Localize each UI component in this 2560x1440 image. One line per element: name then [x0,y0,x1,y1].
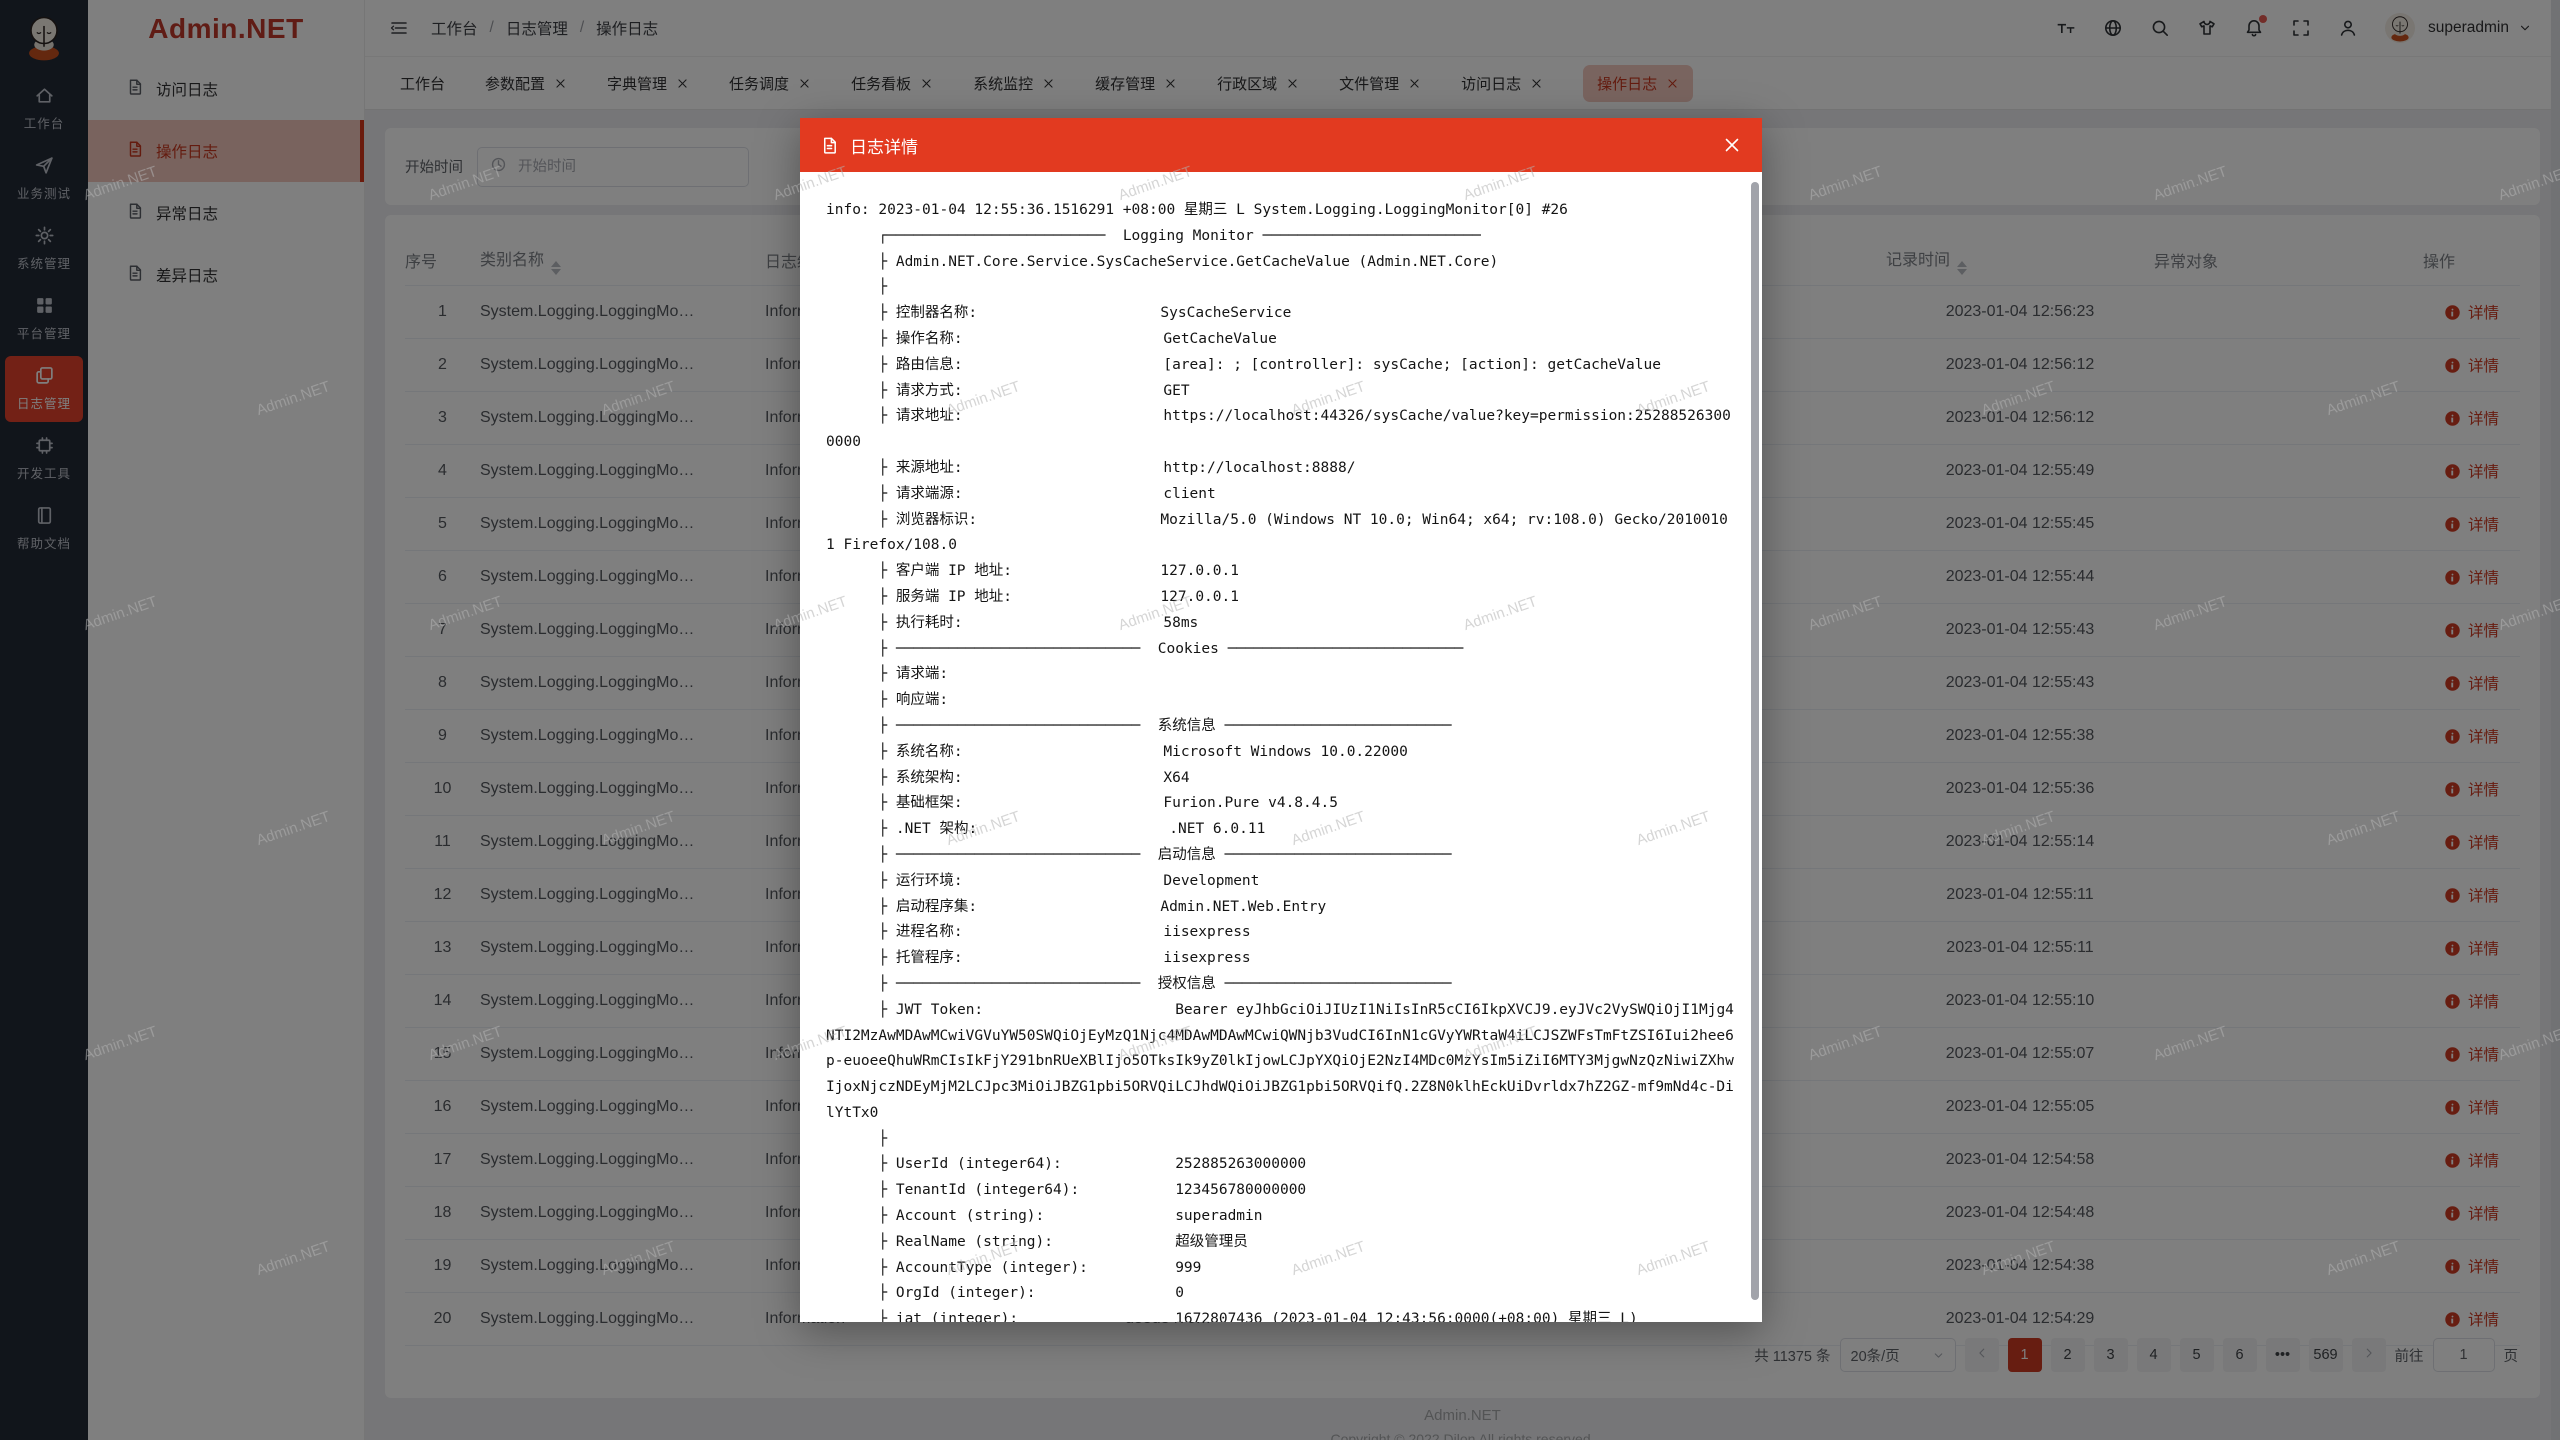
log-detail-modal: 日志详情 info: 2023-01-04 12:55:36.1516291 +… [800,118,1762,1322]
modal-header: 日志详情 [800,118,1762,172]
modal-body: info: 2023-01-04 12:55:36.1516291 +08:00… [800,172,1762,1322]
document-icon [820,136,839,155]
modal-title: 日志详情 [850,133,918,158]
modal-scrollbar-thumb[interactable] [1751,182,1759,1300]
close-icon[interactable] [1722,135,1742,155]
log-text: info: 2023-01-04 12:55:36.1516291 +08:00… [826,198,1734,1322]
app-root: 工作台业务测试系统管理平台管理日志管理开发工具帮助文档 Admin.NET 访问… [0,0,2560,1440]
